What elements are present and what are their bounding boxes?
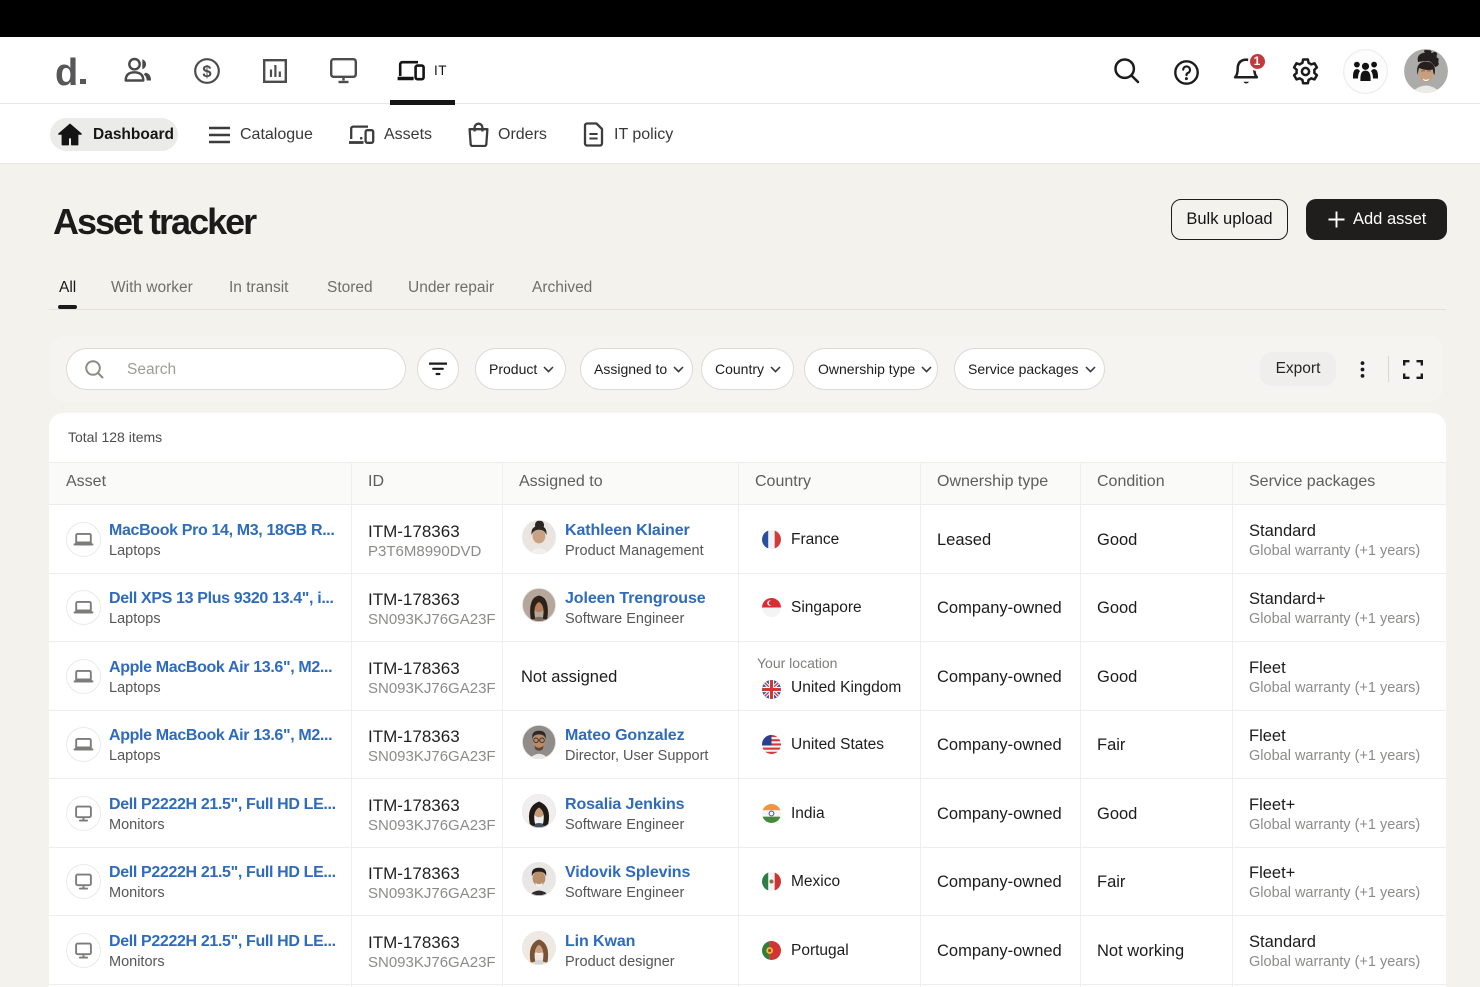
svg-text:$: $: [202, 63, 211, 81]
